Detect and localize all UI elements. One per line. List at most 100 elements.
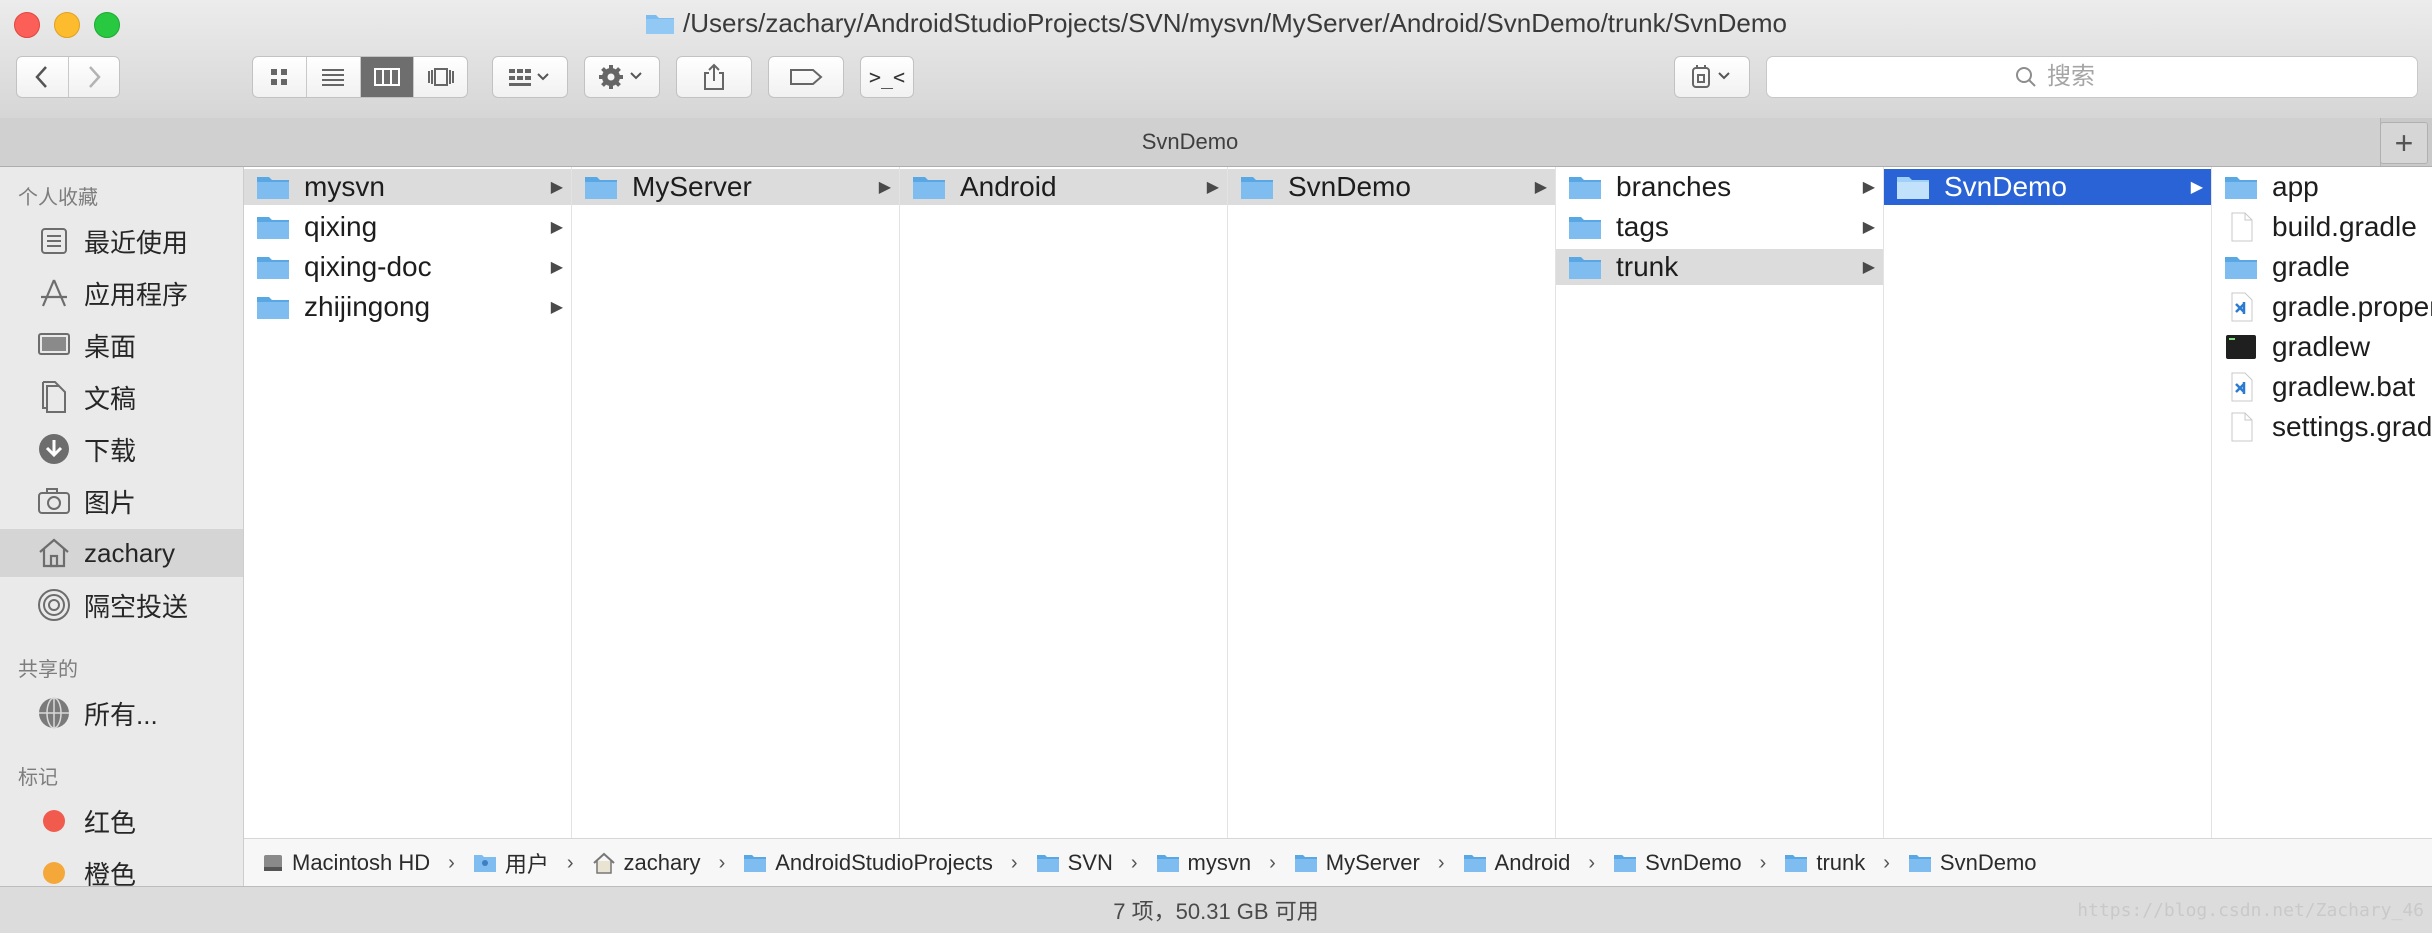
disclosure-arrow-icon: ▶ [2190,179,2203,196]
search-field[interactable] [1766,56,2418,98]
status-bar: 7 项，50.31 GB 可用 [0,886,2432,933]
action-menu-button[interactable] [584,56,660,98]
item-name: MyServer [632,171,752,202]
crumb-label: zachary [623,850,701,875]
item-name: Android [960,171,1057,202]
sidebar-item-recents[interactable]: 最近使用 [0,217,243,265]
sidebar-item-all-shared[interactable]: 所有... [0,689,243,737]
folder-icon [1294,853,1318,873]
folder-icon [1784,853,1808,873]
document-icon [2224,412,2258,442]
browser-column: branches ▶ tags ▶ trunk ▶ [1556,167,1884,838]
path-crumb[interactable]: mysvn [1156,850,1252,876]
column-view-button[interactable] [360,57,415,97]
forward-button[interactable] [69,57,120,97]
arrange-icon [509,69,549,86]
sidebar-item-label: 图片 [84,487,137,518]
list-item[interactable]: zhijingong ▶ [244,289,571,325]
list-item[interactable]: app [2212,169,2432,205]
path-crumb[interactable]: Macintosh HD [262,850,430,876]
path-crumb[interactable]: trunk [1784,850,1865,876]
sidebar-item-tag-orange[interactable]: 橙色 [0,849,243,887]
path-crumb[interactable]: zachary [592,850,701,876]
tab-svndemo[interactable]: SvnDemo [0,118,2381,166]
folder-icon [1463,853,1487,873]
sidebar-item-home[interactable]: zachary [0,529,243,577]
sidebar-item-downloads[interactable]: 下载 [0,425,243,473]
disclosure-arrow-icon: ▶ [550,219,563,236]
path-crumb[interactable]: SVN [1036,850,1113,876]
item-name: SvnDemo [1944,171,2067,202]
arrange-button[interactable] [492,56,568,98]
crumb-label: mysvn [1187,850,1252,875]
sidebar-item-airdrop[interactable]: 隔空投送 [0,581,243,629]
list-item-selected[interactable]: SvnDemo ▶ [1884,169,2211,205]
item-name: app [2272,171,2319,202]
path-crumb[interactable]: SvnDemo [1613,850,1742,876]
tags-button[interactable] [768,56,844,98]
gear-icon [599,65,642,89]
sidebar-item-desktop[interactable]: 桌面 [0,321,243,369]
recents-icon [34,225,74,257]
new-tab-button[interactable]: + [2380,122,2428,164]
path-crumb[interactable]: Android [1463,850,1571,876]
list-item[interactable]: trunk ▶ [1556,249,1883,285]
sidebar-item-label: 橙色 [84,859,137,888]
share-button[interactable] [676,56,752,98]
list-item[interactable]: branches ▶ [1556,169,1883,205]
chevron-right-icon: › [448,851,455,874]
item-name: gradle.properties [2272,291,2432,322]
list-view-button[interactable] [307,57,361,97]
sidebar-item-label: zachary [84,537,176,568]
list-item[interactable]: tags ▶ [1556,209,1883,245]
list-item[interactable]: gradlew [2212,329,2432,365]
sidebar-item-pictures[interactable]: 图片 [0,477,243,525]
watermark-text: https://blog.csdn.net/Zachary_46 [2077,900,2424,921]
orange-tag-dot [34,862,74,884]
sidebar-item-documents[interactable]: 文稿 [0,373,243,421]
list-item[interactable]: qixing ▶ [244,209,571,245]
list-item[interactable]: MyServer ▶ [572,169,899,205]
folder-icon [584,174,618,200]
list-item[interactable]: gradlew.bat [2212,369,2432,405]
list-item[interactable]: build.gradle [2212,209,2432,245]
crumb-label: Android [1494,850,1571,875]
lock-menu-button[interactable] [1674,56,1750,98]
applications-icon [34,277,74,309]
list-item[interactable]: Android ▶ [900,169,1227,205]
path-crumb[interactable]: 用户 [473,847,549,879]
tab-bar: SvnDemo + [0,118,2432,167]
sidebar-item-applications[interactable]: 应用程序 [0,269,243,317]
item-name: tags [1616,211,1669,242]
chevron-right-icon: › [1437,851,1445,874]
search-input[interactable] [2045,62,2169,92]
toolbar: /Users/zachary/AndroidStudioProjects/SVN… [0,0,2432,119]
chevron-right-icon [88,66,101,88]
icon-view-button[interactable] [253,57,307,97]
chevron-right-icon: › [1588,851,1596,874]
home-icon [34,537,74,569]
sidebar-section-favorites: 个人收藏 [18,187,98,209]
list-item[interactable]: qixing-doc ▶ [244,249,571,285]
path-crumb[interactable]: SvnDemo [1908,850,2037,876]
list-item[interactable]: settings.gradle [2212,409,2432,445]
list-item[interactable]: gradle.properties [2212,289,2432,325]
folder-icon [1568,254,1602,280]
folder-icon [1036,853,1060,873]
grid-icon [271,69,288,85]
window-title-bar: /Users/zachary/AndroidStudioProjects/SVN… [0,8,2432,42]
back-button[interactable] [17,57,69,97]
vscode-file-icon [2224,372,2258,402]
sidebar-item-tag-red[interactable]: 红色 [0,797,243,845]
list-item[interactable]: SvnDemo ▶ [1228,169,1555,205]
cover-flow-view-button[interactable] [414,57,467,97]
disk-icon [262,852,284,874]
browser-column: Android ▶ [900,167,1228,838]
path-crumb[interactable]: AndroidStudioProjects [743,850,993,876]
path-bar: Macintosh HD › 用户 › zachary › AndroidStu… [244,838,2432,887]
chevron-right-icon: › [1883,851,1890,874]
list-item[interactable]: gradle [2212,249,2432,285]
list-item[interactable]: mysvn ▶ [244,169,571,205]
path-crumb[interactable]: MyServer [1294,850,1420,876]
open-terminal-button[interactable]: >_< [860,56,914,98]
